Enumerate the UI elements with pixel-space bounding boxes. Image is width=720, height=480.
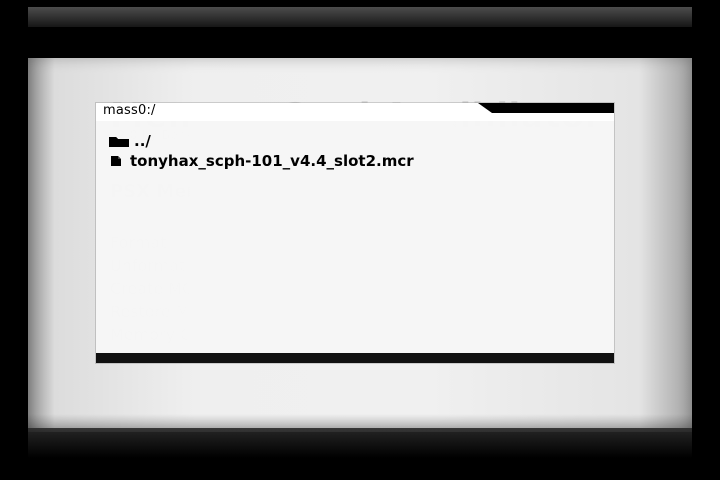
folder-icon [108,134,130,148]
list-item-file[interactable]: tonyhax_scph-101_v4.4_slot2.mcr [108,151,598,171]
header-black-accent [478,103,614,113]
current-path: mass0:/ [103,103,156,118]
file-list: ../ tonyhax_scph-101_v4.4_slot2.mcr [108,131,598,171]
bottom-bar [28,428,692,458]
file-icon [110,155,122,167]
file-name: ../ [134,132,151,150]
list-item-parent-folder[interactable]: ../ [108,131,598,151]
file-browser-header: mass0:/ [96,103,614,121]
file-browser-dialog: mass0:/ ../ tonyhax_scph-101_v4.4_slot2.… [96,103,614,363]
file-name: tonyhax_scph-101_v4.4_slot2.mcr [130,152,414,170]
file-browser-footer [96,353,614,363]
top-bar [28,7,692,27]
screen: Memory Card Annihilator v2.0 by Berion, … [0,0,720,480]
